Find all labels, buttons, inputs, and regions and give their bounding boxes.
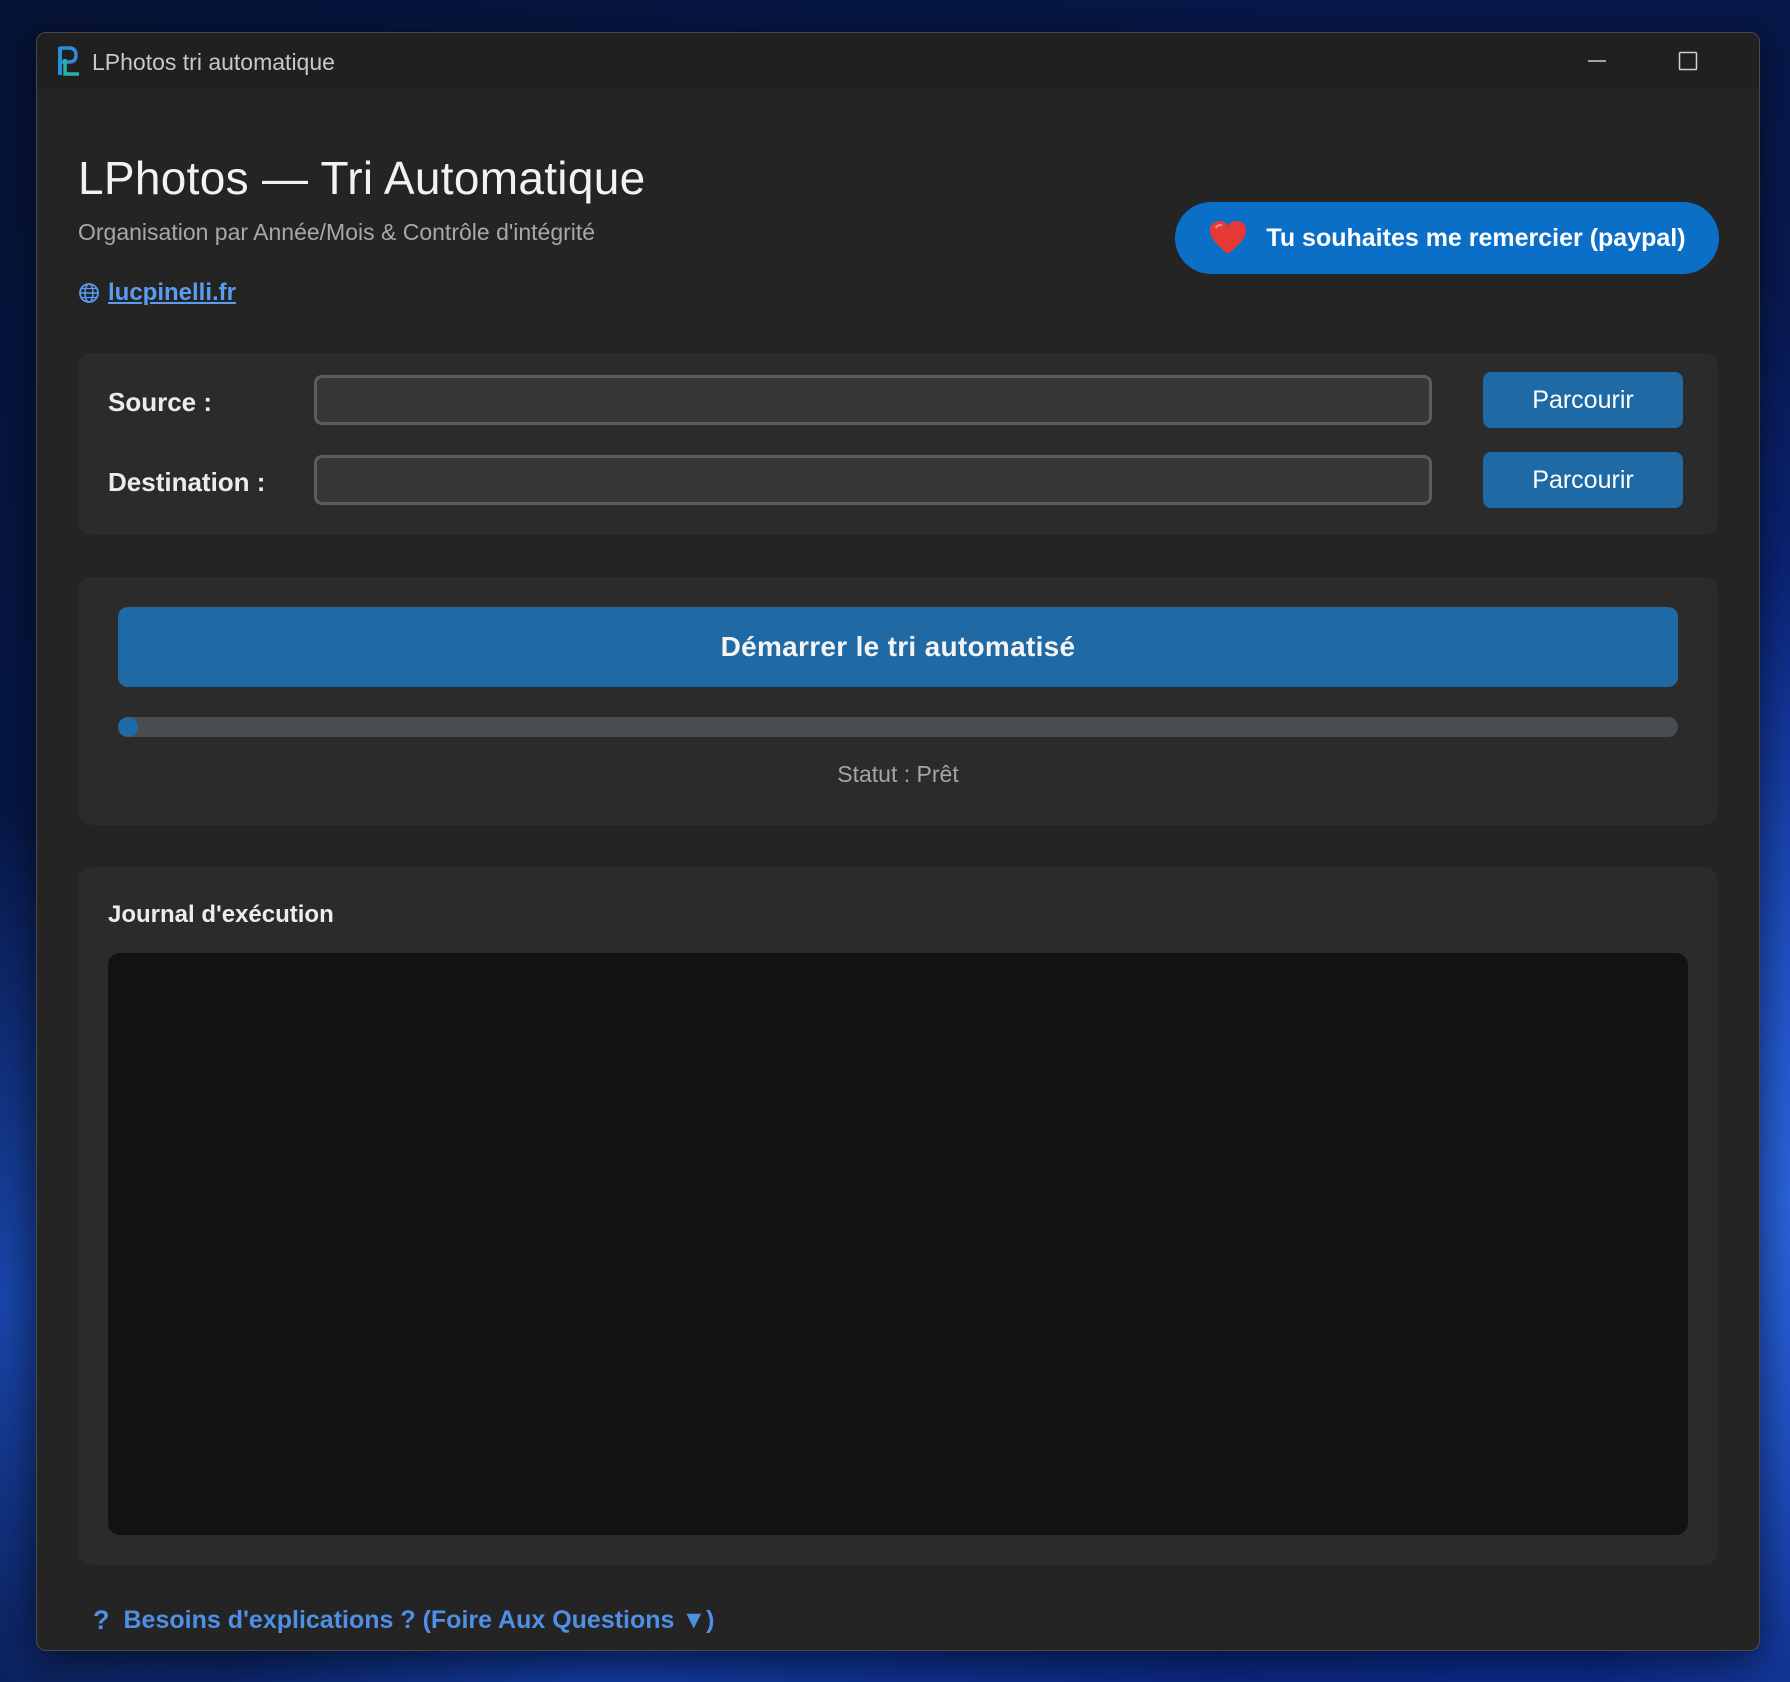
faq-toggle-link[interactable]: ? Besoins d'explications ? (Foire Aux Qu… [93,1605,714,1636]
website-link[interactable]: lucpinelli.fr [78,279,236,307]
progress-bar [118,717,1678,737]
donate-label: Tu souhaites me remercier (paypal) [1266,223,1686,252]
log-textbox[interactable] [108,953,1688,1535]
paths-panel: Source : Parcourir Destination : Parcour… [78,353,1718,535]
heart-icon [1210,221,1247,254]
window-content: LPhotos — Tri Automatique Organisation p… [37,89,1759,1650]
run-panel: Démarrer le tri automatisé Statut : Prêt [78,577,1718,825]
source-input[interactable] [314,375,1432,425]
source-browse-button[interactable]: Parcourir [1483,372,1683,428]
question-icon: ? [93,1605,110,1635]
page-subtitle: Organisation par Année/Mois & Contrôle d… [78,219,596,245]
maximize-icon [1678,51,1698,71]
log-panel: Journal d'exécution [78,867,1718,1565]
maximize-button[interactable] [1658,41,1718,81]
start-sort-button[interactable]: Démarrer le tri automatisé [118,607,1678,687]
donate-paypal-button[interactable]: Tu souhaites me remercier (paypal) [1175,202,1719,274]
title-bar[interactable]: LPhotos tri automatique [37,33,1759,89]
window-title: LPhotos tri automatique [92,49,335,75]
app-logo-icon [58,46,79,76]
website-link-label[interactable]: lucpinelli.fr [108,279,236,307]
destination-label: Destination : [108,467,266,497]
close-button[interactable] [1750,41,1759,81]
faq-label: Besoins d'explications ? (Foire Aux Ques… [123,1606,715,1634]
status-text: Statut : Prêt [837,761,959,787]
globe-icon [79,283,99,303]
app-window: LPhotos tri automatique LPhotos — Tri Au… [36,32,1760,1651]
log-title: Journal d'exécution [108,901,334,928]
page-title: LPhotos — Tri Automatique [78,152,646,204]
minimize-icon [1588,60,1606,62]
destination-input[interactable] [314,455,1432,505]
source-label: Source : [108,387,213,417]
minimize-button[interactable] [1567,41,1627,81]
progress-fill [118,717,138,737]
destination-browse-button[interactable]: Parcourir [1483,452,1683,508]
